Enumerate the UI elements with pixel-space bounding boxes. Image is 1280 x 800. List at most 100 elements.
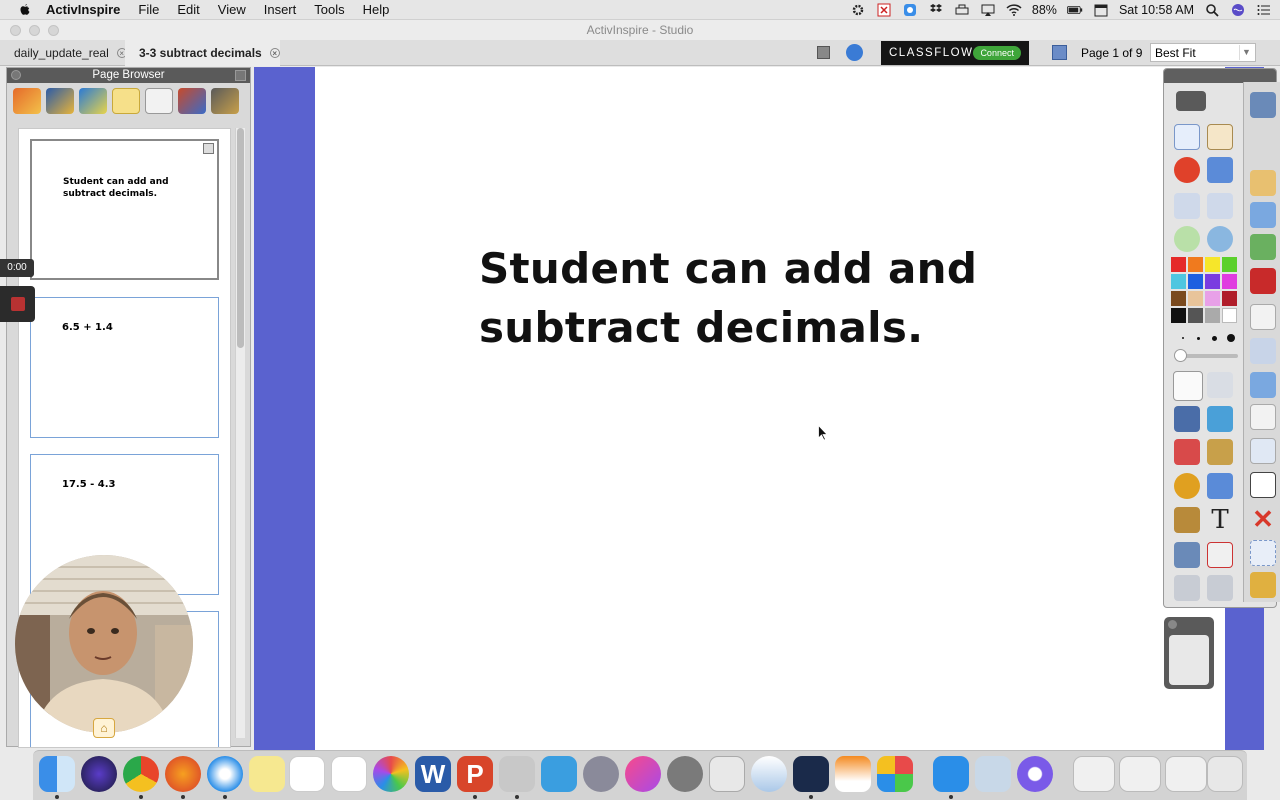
blind-icon[interactable] [1250, 472, 1276, 498]
safari-icon[interactable] [207, 756, 243, 792]
write-icon[interactable] [1250, 170, 1276, 196]
color-swatch[interactable] [1188, 291, 1203, 306]
duplicate-icon[interactable] [1250, 338, 1276, 364]
connector-icon[interactable] [1207, 473, 1233, 499]
pen-size-dot[interactable] [1212, 335, 1217, 341]
color-swatch[interactable] [1171, 291, 1186, 306]
menu-file[interactable]: File [138, 2, 159, 17]
magic-wand-icon[interactable] [1207, 372, 1233, 398]
resource-browser-tab-icon[interactable] [46, 88, 74, 114]
trash-dock-icon[interactable] [1207, 756, 1243, 792]
minimized-window-1[interactable] [1073, 756, 1115, 792]
color-swatch[interactable] [1205, 308, 1220, 323]
reminders-icon[interactable] [331, 756, 367, 792]
page-thumbnail-2[interactable]: 6.5 + 1.4 [30, 297, 219, 438]
clapperboard-icon[interactable] [1174, 507, 1200, 533]
redo-icon[interactable] [1207, 575, 1233, 601]
color-swatch[interactable] [1171, 257, 1186, 272]
magic-ink-icon[interactable] [1250, 572, 1276, 598]
pen-icon[interactable] [1174, 406, 1200, 432]
vlc-icon[interactable] [835, 756, 871, 792]
page-browser-icon[interactable] [1174, 124, 1200, 150]
clear-tool-icon[interactable] [1174, 542, 1200, 568]
color-swatch[interactable] [1188, 257, 1203, 272]
menu-tools[interactable]: Tools [314, 2, 344, 17]
page-view-icon[interactable] [1052, 45, 1067, 60]
trash-can-widget[interactable] [1164, 617, 1214, 689]
page-browser-tab-icon[interactable] [13, 88, 41, 114]
textedit-icon[interactable] [541, 756, 577, 792]
notes-browser-tab-icon[interactable] [112, 88, 140, 114]
tools-icon[interactable] [1207, 157, 1233, 183]
stop-recording-button[interactable] [0, 286, 35, 322]
finder-icon[interactable] [39, 756, 75, 792]
save-icon[interactable] [1250, 268, 1276, 294]
close-status-icon[interactable] [876, 3, 892, 17]
eraser-icon[interactable] [1174, 439, 1200, 465]
color-swatch[interactable] [1205, 257, 1220, 272]
connect-button[interactable]: Connect [973, 46, 1021, 60]
word-icon[interactable]: W [415, 756, 451, 792]
loom-icon[interactable] [1017, 756, 1053, 792]
pen-size-dot[interactable] [1197, 336, 1200, 340]
next-page-icon[interactable] [1207, 193, 1233, 219]
minimized-window-2[interactable] [1119, 756, 1161, 792]
panel-maximize-icon[interactable] [235, 70, 246, 81]
calendar-icon[interactable] [1093, 3, 1109, 17]
airplay-icon[interactable] [980, 3, 996, 17]
window-zoom-button[interactable] [48, 25, 59, 36]
scrollbar-thumb[interactable] [237, 128, 244, 348]
pen-size-dots[interactable] [1178, 332, 1238, 344]
reset-page-icon[interactable] [1207, 542, 1233, 568]
notification-center-icon[interactable] [1256, 3, 1272, 17]
clock[interactable]: Sat 10:58 AM [1119, 3, 1194, 17]
battery-icon[interactable] [1066, 3, 1083, 17]
undo-icon[interactable] [1174, 575, 1200, 601]
calendar-app-icon[interactable] [289, 756, 325, 792]
activinspire-logo-icon[interactable] [846, 44, 863, 61]
menu-edit[interactable]: Edit [177, 2, 199, 17]
classflow-banner[interactable]: CLASSFLOW Connect [881, 41, 1029, 65]
pen-size-dot[interactable] [1227, 334, 1235, 342]
gear-status-icon[interactable] [850, 3, 866, 17]
minimized-window-3[interactable] [1165, 756, 1207, 792]
app-name-menu[interactable]: ActivInspire [46, 2, 120, 17]
highlighter-icon[interactable] [1207, 406, 1233, 432]
menu-help[interactable]: Help [363, 2, 390, 17]
page-notes-icon[interactable] [203, 143, 214, 154]
trash-close-icon[interactable] [1168, 620, 1177, 629]
launchpad-icon[interactable] [583, 756, 619, 792]
previous-page-icon[interactable] [1174, 193, 1200, 219]
panel-close-icon[interactable] [11, 70, 21, 80]
object-browser-tab-icon[interactable] [79, 88, 107, 114]
disk-utility-icon[interactable] [751, 756, 787, 792]
screenshot-icon[interactable] [709, 756, 745, 792]
grid-icon[interactable] [1250, 202, 1276, 228]
color-swatch[interactable] [1205, 291, 1220, 306]
color-swatch[interactable] [1188, 308, 1203, 323]
zoom-select[interactable]: Best Fit ▼ [1150, 43, 1256, 62]
property-browser-tab-icon[interactable] [145, 88, 173, 114]
shape-icon[interactable] [1174, 473, 1200, 499]
window-minimize-button[interactable] [29, 25, 40, 36]
pen-brush-icon[interactable] [1250, 92, 1276, 118]
share-icon[interactable] [1176, 91, 1206, 111]
notes-app-icon[interactable] [249, 756, 285, 792]
screen-recorder-icon[interactable] [793, 756, 829, 792]
spotlight-search-icon[interactable] [1204, 3, 1220, 17]
user-profile-icon[interactable] [1207, 124, 1233, 150]
powerpoint-icon[interactable]: P [457, 756, 493, 792]
page-browser-scrollbar[interactable] [235, 128, 245, 738]
pen-color-icon[interactable] [1174, 157, 1200, 183]
music-icon[interactable] [625, 756, 661, 792]
preview-icon[interactable] [975, 756, 1011, 792]
wifi-icon[interactable] [1006, 3, 1022, 17]
color-swatch[interactable] [1222, 308, 1237, 323]
dropbox-icon[interactable] [928, 3, 944, 17]
chrome-icon[interactable] [123, 756, 159, 792]
color-swatch[interactable] [1222, 274, 1237, 289]
tab-3-3-subtract-decimals[interactable]: 3-3 subtract decimals × [125, 40, 280, 66]
screen-share-icon[interactable] [902, 3, 918, 17]
send-icon[interactable] [1250, 372, 1276, 398]
system-preferences-icon[interactable] [667, 756, 703, 792]
